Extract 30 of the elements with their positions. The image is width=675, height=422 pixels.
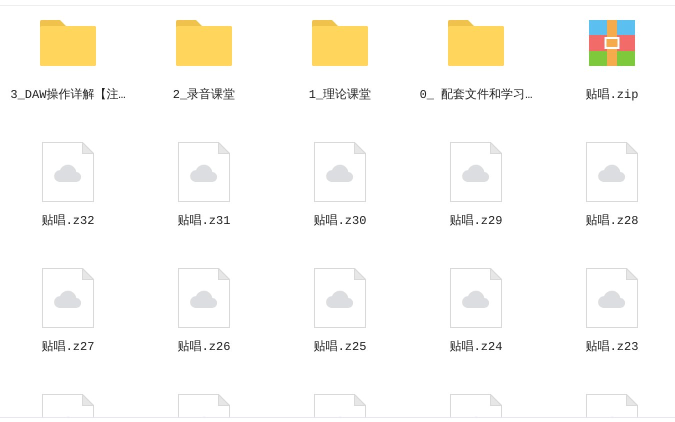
- file-name: 贴唱.z29: [450, 213, 502, 229]
- cloud-file-icon: [314, 142, 366, 202]
- folder-icon: [448, 20, 504, 66]
- file-name: 1_理论课堂: [308, 87, 372, 103]
- file-name: 贴唱.z24: [450, 339, 502, 355]
- cloud-file-icon: [178, 142, 230, 202]
- file-name: 贴唱.z30: [314, 213, 366, 229]
- file-name: 贴唱.z28: [586, 213, 638, 229]
- folder-icon: [312, 20, 368, 66]
- file-name: 贴唱.zip: [586, 87, 638, 103]
- file-name: 贴唱.z27: [42, 339, 94, 355]
- file-name: 贴唱.z26: [178, 339, 230, 355]
- cloud-file-icon: [42, 142, 94, 202]
- file-name: 贴唱.z31: [178, 213, 230, 229]
- file-name: 贴唱.z23: [586, 339, 638, 355]
- cloud-file-icon: [178, 268, 230, 328]
- file-name: 0_ 配套文件和学习…: [420, 87, 532, 103]
- archive-icon: [589, 20, 635, 66]
- file-name: 贴唱.z25: [314, 339, 366, 355]
- cloud-file-icon: [586, 142, 638, 202]
- cloud-file-icon: [42, 268, 94, 328]
- folder-icon: [176, 20, 232, 66]
- cloud-file-icon: [450, 268, 502, 328]
- cloud-file-icon: [450, 142, 502, 202]
- file-name: 2_录音课堂: [172, 87, 236, 103]
- cloud-file-icon: [314, 268, 366, 328]
- folder-icon: [40, 20, 96, 66]
- file-name: 贴唱.z32: [42, 213, 94, 229]
- cloud-file-icon: [586, 268, 638, 328]
- file-name: 3_DAW操作详解【注…: [10, 87, 126, 103]
